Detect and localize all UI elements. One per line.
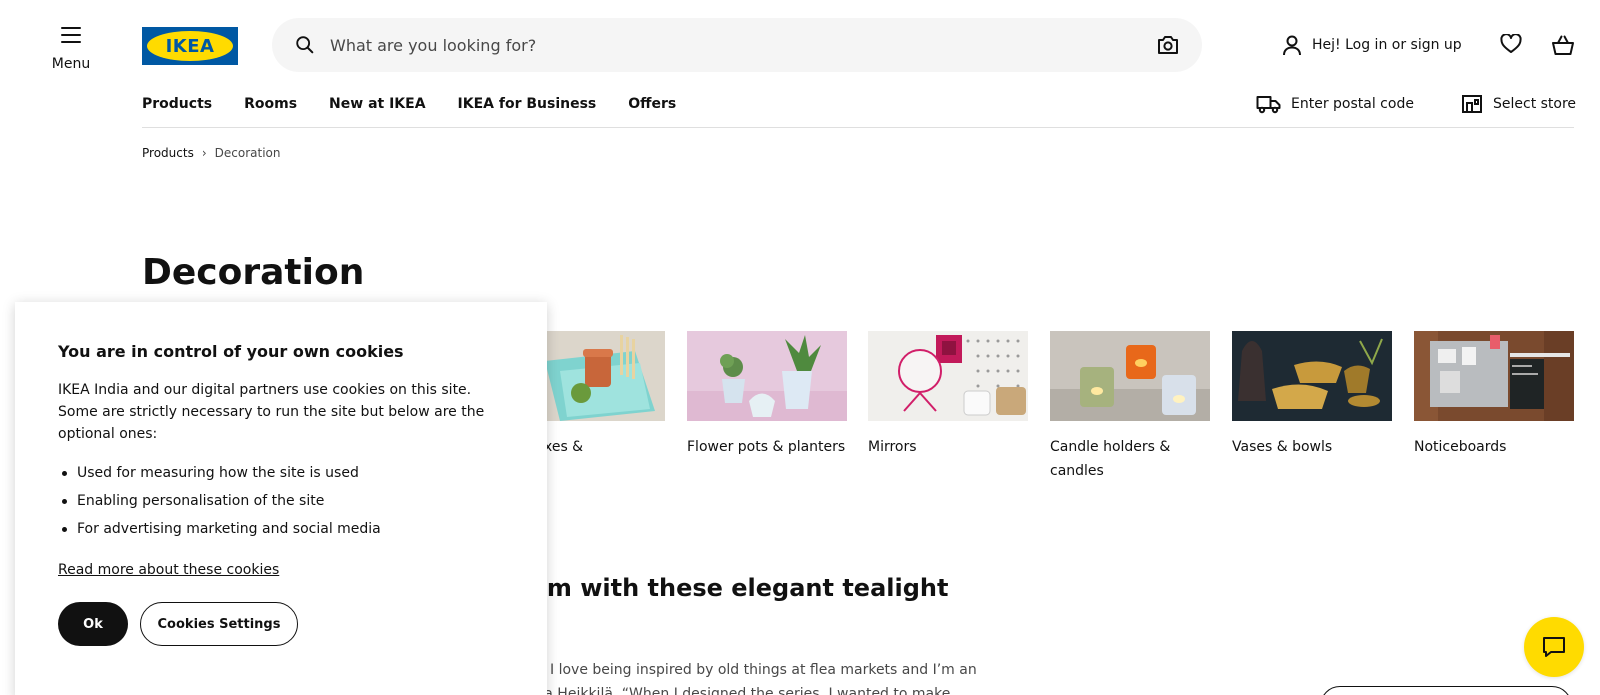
- login-link[interactable]: Hej! Log in or sign up: [1282, 34, 1462, 56]
- cookie-ok-button[interactable]: Ok: [58, 602, 128, 646]
- chevron-right-icon: ›: [201, 146, 207, 160]
- postal-code-label: Enter postal code: [1291, 96, 1414, 112]
- category-noticeboards[interactable]: Noticeboards: [1414, 331, 1574, 459]
- cookie-list-item: Enabling personalisation of the site: [58, 487, 504, 515]
- cookie-list: Used for measuring how the site is used …: [58, 459, 504, 543]
- category-name: Noticeboards: [1414, 439, 1507, 455]
- category-candle-holders[interactable]: Candle holders & candles: [1050, 331, 1210, 483]
- category-image: [1232, 331, 1392, 421]
- breadcrumb-products[interactable]: Products: [142, 146, 194, 160]
- main-nav: Products Rooms New at IKEA IKEA for Busi…: [142, 96, 708, 112]
- nav-new-at-ikea[interactable]: New at IKEA: [329, 96, 426, 112]
- heart-icon[interactable]: [1500, 34, 1522, 54]
- menu-button[interactable]: Menu: [40, 20, 102, 78]
- category-image: [687, 331, 847, 421]
- user-icon: [1283, 35, 1301, 56]
- search-icon: [296, 36, 314, 54]
- search-input[interactable]: [330, 35, 1144, 55]
- category-image: [1050, 331, 1210, 421]
- category-name: Candle holders &: [1050, 439, 1171, 455]
- camera-icon[interactable]: [1156, 34, 1180, 56]
- category-name: Flower pots & planters: [687, 439, 846, 455]
- category-name: Mirrors: [868, 439, 917, 455]
- hamburger-icon: [61, 27, 81, 43]
- menu-label: Menu: [51, 56, 91, 72]
- section-heading: rm with these elegant tealight: [535, 574, 949, 602]
- category-image: [868, 331, 1028, 421]
- cookie-list-item: Used for measuring how the site is used: [58, 459, 504, 487]
- category-flower-pots[interactable]: Flower pots & planters: [687, 331, 847, 459]
- search-bar: [272, 18, 1202, 72]
- section-link-button[interactable]: [1320, 686, 1572, 695]
- nav-rooms[interactable]: Rooms: [244, 96, 297, 112]
- chat-icon: [1543, 637, 1565, 657]
- chat-button[interactable]: [1524, 617, 1584, 677]
- shopping-bag-icon[interactable]: [1551, 34, 1575, 56]
- select-store-label: Select store: [1493, 96, 1577, 112]
- ikea-logo[interactable]: IKEA: [142, 27, 238, 65]
- select-store-button[interactable]: Select store: [1461, 94, 1576, 114]
- logo-text: IKEA: [165, 35, 215, 57]
- cookie-consent-panel: You are in control of your own cookies I…: [15, 302, 547, 695]
- category-mirrors[interactable]: Mirrors: [868, 331, 1028, 459]
- cookie-title: You are in control of your own cookies: [58, 342, 404, 361]
- breadcrumb-current: Decoration: [214, 146, 281, 160]
- cookie-settings-button[interactable]: Cookies Settings: [140, 602, 298, 646]
- nav-ikea-for-business[interactable]: IKEA for Business: [458, 96, 597, 112]
- category-name-cont: candles: [1050, 463, 1104, 479]
- cookie-intro: IKEA India and our digital partners use …: [58, 382, 485, 442]
- postal-code-button[interactable]: Enter postal code: [1256, 94, 1414, 114]
- truck-icon: [1256, 96, 1281, 114]
- store-icon: [1462, 95, 1482, 113]
- header-divider: [142, 127, 1574, 128]
- page-title: Decoration: [142, 252, 365, 293]
- login-label: Hej! Log in or sign up: [1312, 37, 1462, 53]
- category-vases-bowls[interactable]: Vases & bowls: [1232, 331, 1392, 459]
- nav-products[interactable]: Products: [142, 96, 212, 112]
- cookie-read-more-link[interactable]: Read more about these cookies: [58, 562, 279, 578]
- category-name: Vases & bowls: [1232, 439, 1333, 455]
- nav-offers[interactable]: Offers: [628, 96, 676, 112]
- breadcrumb: Products › Decoration: [142, 146, 280, 160]
- category-image: [1414, 331, 1574, 421]
- cookie-list-item: For advertising marketing and social med…: [58, 515, 504, 543]
